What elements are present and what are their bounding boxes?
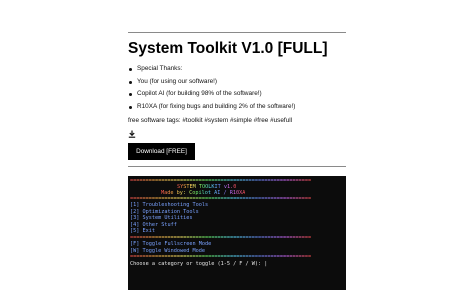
download-button[interactable]: Download [FREE] (128, 143, 195, 160)
top-divider (128, 32, 346, 33)
terminal-preview: ========================================… (128, 176, 346, 290)
software-tags: free software tags: #toolkit #system #si… (128, 117, 293, 124)
section-divider (128, 166, 346, 167)
download-icon[interactable] (128, 130, 136, 138)
thanks-list: Special Thanks: You (for using our softw… (128, 63, 295, 113)
page-title: System Toolkit V1.0 [FULL] (128, 40, 328, 57)
terminal-prompt: Choose a category or toggle (1-5 / F / W… (130, 261, 268, 267)
list-item: R10XA (for fixing bugs and building 2% o… (128, 101, 295, 114)
list-item: Copilot AI (for building 98% of the soft… (128, 88, 295, 101)
terminal-rule: ========================================… (130, 254, 312, 260)
list-item: Special Thanks: (128, 63, 295, 76)
list-item: You (for using our software!) (128, 76, 295, 89)
